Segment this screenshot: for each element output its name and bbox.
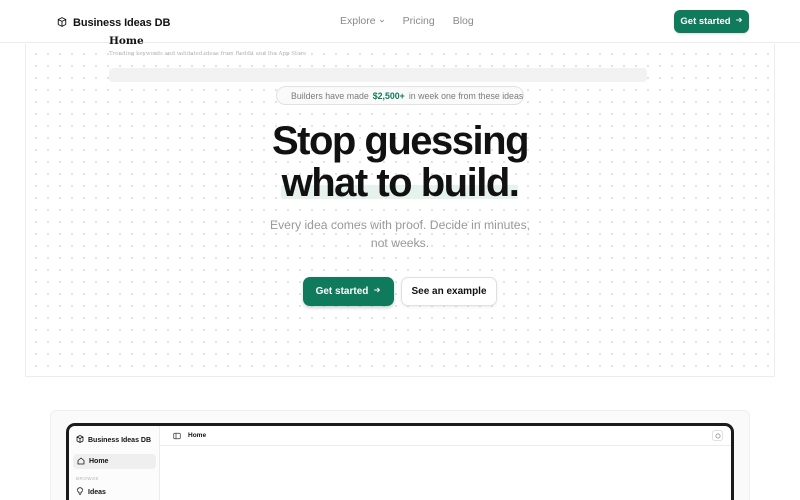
lightbulb-icon — [76, 487, 84, 497]
badge-amount: $2,500+ — [372, 90, 405, 101]
nav-explore-label: Explore — [340, 15, 376, 27]
preview-sidebar: Business Ideas DB Home BROWSE Ideas — [69, 426, 160, 500]
hero-get-started-button[interactable]: Get started — [303, 277, 394, 306]
see-example-label: See an example — [411, 286, 487, 297]
hero-subtitle: Every idea comes with proof. Decide in m… — [269, 218, 531, 250]
preview-page-title: Home — [109, 35, 144, 47]
hero-title-line-1: Stop guessing — [271, 119, 530, 163]
nav-pricing[interactable]: Pricing — [403, 15, 435, 27]
social-proof-badge: Builders have made $2,500+ in week one f… — [276, 86, 524, 105]
hero-title-line-2: what to build. — [281, 161, 520, 205]
sidebar-section-label: BROWSE — [76, 476, 100, 481]
sidebar-item-ideas[interactable]: Ideas — [76, 487, 106, 497]
landing-page: Business Ideas DB Explore Pricing Blog G… — [0, 0, 800, 500]
cube-icon — [57, 14, 67, 32]
header-get-started-button[interactable]: Get started — [674, 10, 749, 33]
header-get-started-label: Get started — [680, 16, 731, 27]
arrow-right-icon — [373, 286, 381, 297]
hero-get-started-label: Get started — [315, 286, 369, 297]
preview-topbar: Home — [160, 426, 731, 446]
preview-brand-name: Business Ideas DB — [88, 436, 152, 444]
arrow-right-icon — [735, 16, 743, 27]
badge-prefix: Builders have made — [291, 90, 369, 101]
theme-toggle-icon[interactable] — [712, 430, 723, 441]
sidebar-item-home-label: Home — [89, 458, 109, 465]
chevron-down-icon — [379, 15, 385, 27]
preview-page-subtitle: Trending keywords and validated ideas fr… — [109, 51, 307, 57]
see-example-button[interactable]: See an example — [401, 277, 497, 306]
home-icon — [77, 457, 85, 467]
cube-icon — [76, 435, 84, 445]
sidebar-item-home[interactable]: Home — [73, 454, 156, 469]
nav-blog[interactable]: Blog — [453, 15, 474, 27]
breadcrumb: Home — [188, 432, 207, 439]
nav-links: Explore Pricing Blog — [340, 15, 474, 27]
nav-pricing-label: Pricing — [402, 15, 435, 27]
sidebar-toggle-icon[interactable] — [173, 427, 181, 445]
nav-explore[interactable]: Explore — [340, 15, 385, 27]
badge-suffix: in week one from these ideas — [408, 90, 524, 101]
preview-search-bar[interactable] — [109, 68, 647, 82]
sidebar-item-ideas-label: Ideas — [88, 488, 106, 496]
brand-logo[interactable]: Business Ideas DB — [57, 14, 170, 32]
hero-title: Stop guessing what to build. — [200, 120, 600, 204]
preview-brand: Business Ideas DB — [76, 435, 151, 445]
nav-blog-label: Blog — [452, 15, 474, 27]
brand-name: Business Ideas DB — [73, 17, 171, 29]
app-preview-device: Business Ideas DB Home BROWSE Ideas Home — [66, 423, 734, 500]
